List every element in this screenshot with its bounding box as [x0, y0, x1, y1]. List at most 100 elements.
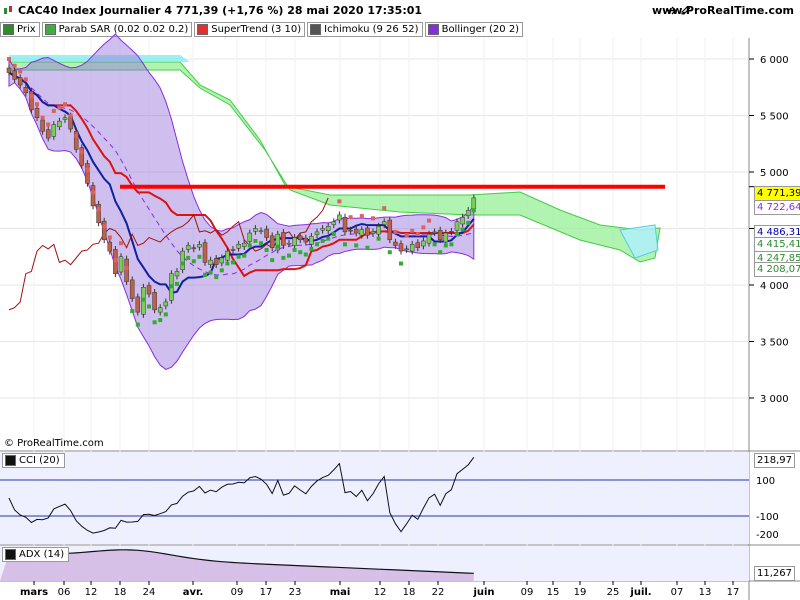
candle-body	[163, 301, 169, 307]
candle-body	[174, 271, 180, 277]
candle-body	[437, 229, 443, 241]
y-tick-label: 5 000	[760, 168, 789, 179]
sar-dot	[163, 312, 168, 317]
sar-dot	[382, 206, 387, 211]
candle-body	[303, 237, 309, 243]
sar-dot	[393, 229, 398, 234]
candle-body	[258, 230, 264, 233]
sar-dot	[135, 322, 140, 327]
candle-body	[465, 210, 471, 216]
candle-body	[45, 129, 51, 139]
sar-dot	[270, 258, 275, 263]
adx-swatch	[5, 549, 16, 560]
sar-dot	[203, 272, 207, 277]
candle-body	[393, 241, 398, 246]
sar-dot	[40, 115, 45, 120]
candle-body	[157, 307, 163, 313]
sar-dot	[309, 246, 314, 251]
candle-body	[197, 244, 202, 248]
x-tick-label: 13	[699, 587, 712, 598]
adx-legend: ADX (14)	[2, 547, 70, 562]
x-tick-label: 17	[260, 587, 273, 598]
x-tick-label: avr.	[183, 587, 204, 598]
copyright: © ProRealTime.com	[4, 438, 104, 449]
sar-dot	[85, 167, 90, 172]
candle-body	[124, 258, 129, 282]
candle-body	[185, 245, 191, 250]
sar-dot	[275, 244, 280, 249]
candle-body	[365, 227, 370, 236]
x-tick-label: 25	[607, 587, 620, 598]
candle-body	[421, 240, 426, 247]
sar-dot	[471, 208, 476, 213]
x-tick-label: 24	[143, 587, 156, 598]
candle-body	[269, 235, 275, 248]
sar-dot	[354, 243, 359, 248]
sar-dot	[141, 297, 146, 302]
x-tick-label: 12	[374, 587, 387, 598]
y-tick-label: 6 000	[760, 55, 789, 66]
sar-dot	[191, 259, 196, 264]
x-tick-label: mars	[20, 587, 48, 598]
candle-body	[85, 163, 90, 184]
candle-body	[342, 216, 348, 233]
candle-body	[208, 259, 213, 265]
sar-dot	[158, 318, 163, 323]
x-tick-label: 23	[289, 587, 302, 598]
sar-dot	[79, 149, 84, 154]
sar-dot	[147, 304, 151, 309]
x-tick-label: 18	[114, 587, 127, 598]
sar-dot	[264, 247, 269, 252]
x-tick-label: 22	[432, 587, 445, 598]
adx-value-tag: 11,267	[754, 566, 795, 581]
sar-dot	[331, 232, 336, 237]
sar-dot	[225, 261, 230, 266]
cci-tick-label: -100	[756, 512, 779, 523]
sar-dot	[152, 320, 157, 325]
candle-body	[230, 249, 236, 251]
candle-body	[96, 203, 101, 224]
candle-body	[213, 258, 219, 265]
price-chart[interactable]: 3 0003 5004 0004 5005 0005 5006 000 100-…	[0, 0, 800, 600]
sar-dot	[432, 242, 437, 247]
x-tick-label: 09	[521, 587, 534, 598]
sar-dot	[359, 214, 364, 219]
candle-body	[381, 221, 387, 225]
candle-body	[426, 233, 432, 244]
sar-dot	[68, 113, 73, 118]
sar-dot	[214, 275, 219, 280]
candle-body	[337, 214, 342, 221]
sar-dot	[466, 220, 471, 225]
candle-body	[23, 87, 29, 94]
sar-dot	[443, 243, 448, 248]
candle-body	[286, 242, 292, 245]
candle-body	[118, 256, 124, 273]
candle-body	[331, 221, 337, 225]
sar-dot	[326, 236, 331, 241]
x-tick-label: 19	[574, 587, 587, 598]
sar-dot	[119, 241, 123, 246]
candle-body	[191, 247, 197, 250]
sar-dot	[298, 250, 303, 255]
candle-body	[129, 279, 135, 299]
sar-dot	[124, 266, 129, 271]
candle-body	[253, 228, 258, 232]
sar-dot	[175, 281, 179, 286]
candle-body	[443, 232, 449, 243]
candle-body	[62, 117, 68, 120]
sar-dot	[23, 77, 28, 82]
sar-dot	[242, 253, 247, 258]
x-tick-label: juil.	[629, 587, 651, 598]
sar-dot	[247, 243, 252, 248]
candle-body	[387, 219, 393, 241]
sar-dot	[18, 69, 23, 74]
sar-dot	[348, 215, 353, 220]
sar-dot	[303, 252, 308, 257]
candle-body	[90, 185, 96, 207]
candle-body	[370, 231, 376, 234]
x-tick-label: 12	[85, 587, 98, 598]
candle-body	[376, 225, 381, 235]
candle-body	[309, 236, 314, 245]
y-tick-label: 3 000	[760, 394, 789, 405]
x-tick-label: juin	[472, 587, 494, 598]
